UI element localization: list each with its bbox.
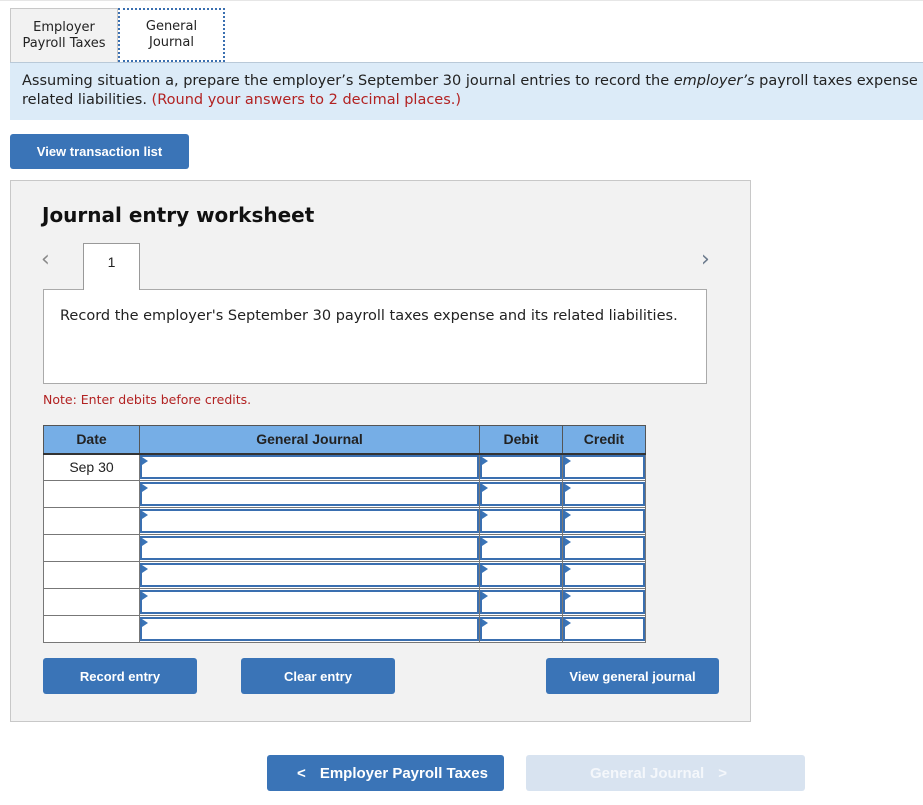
step-tab-1[interactable]: 1 — [83, 243, 140, 290]
record-entry-button[interactable]: Record entry — [43, 658, 197, 694]
account-input[interactable] — [140, 536, 479, 560]
previous-part-button[interactable]: < Employer Payroll Taxes — [267, 755, 504, 791]
view-general-journal-button[interactable]: View general journal — [546, 658, 719, 694]
instructions-box: Assuming situation a, prepare the employ… — [10, 62, 923, 120]
instructions-text: Assuming situation a, prepare the employ… — [22, 73, 674, 89]
tab-label-line1: Employer — [33, 19, 95, 35]
table-row — [43, 588, 646, 616]
account-input[interactable] — [140, 617, 479, 641]
date-cell — [43, 561, 140, 589]
tab-label-line2: Payroll Taxes — [22, 35, 106, 51]
instructions-line2: related liabilities. — [22, 92, 152, 108]
credit-cell — [562, 534, 646, 562]
debit-cell — [479, 480, 563, 508]
clear-entry-button[interactable]: Clear entry — [241, 658, 395, 694]
date-cell — [43, 480, 140, 508]
account-cell — [139, 453, 480, 481]
top-divider — [0, 0, 923, 1]
debit-cell — [479, 615, 563, 643]
credit-input[interactable] — [563, 563, 645, 587]
tab-employer-payroll-taxes[interactable]: Employer Payroll Taxes — [10, 8, 118, 62]
credit-cell — [562, 561, 646, 589]
date-cell — [43, 615, 140, 643]
table-row — [43, 534, 646, 562]
credit-input[interactable] — [563, 455, 645, 480]
tab-general-journal[interactable]: General Journal — [118, 8, 225, 62]
account-cell — [139, 507, 480, 535]
credit-input[interactable] — [563, 509, 645, 533]
debit-cell — [479, 453, 563, 481]
debit-input[interactable] — [480, 617, 562, 641]
journal-entry-worksheet-panel: Journal entry worksheet ‹ 1 › Record the… — [10, 180, 751, 722]
account-cell — [139, 615, 480, 643]
debit-cell — [479, 561, 563, 589]
header-credit: Credit — [562, 425, 646, 455]
credit-input[interactable] — [563, 482, 645, 506]
table-row — [43, 615, 646, 643]
view-transaction-list-button[interactable]: View transaction list — [10, 134, 189, 169]
table-row — [43, 561, 646, 589]
next-part-button: General Journal > — [526, 755, 805, 791]
worksheet-title: Journal entry worksheet — [42, 203, 315, 227]
account-cell — [139, 480, 480, 508]
credit-cell — [562, 507, 646, 535]
credit-input[interactable] — [563, 590, 645, 614]
chevron-right-icon: > — [718, 764, 727, 782]
previous-part-label: Employer Payroll Taxes — [319, 764, 488, 782]
debit-cell — [479, 534, 563, 562]
instructions-text-cont: payroll taxes expense and its — [759, 73, 923, 89]
account-cell — [139, 561, 480, 589]
header-debit: Debit — [479, 425, 563, 455]
account-input[interactable] — [140, 590, 479, 614]
debit-cell — [479, 507, 563, 535]
tab-label-line2: Journal — [149, 35, 194, 50]
debit-input[interactable] — [480, 536, 562, 560]
credit-cell — [562, 615, 646, 643]
credit-cell — [562, 588, 646, 616]
date-cell: Sep 30 — [43, 453, 140, 481]
account-cell — [139, 588, 480, 616]
account-input[interactable] — [140, 455, 479, 480]
chevron-right-icon[interactable]: › — [701, 247, 710, 272]
credit-input[interactable] — [563, 617, 645, 641]
account-input[interactable] — [140, 563, 479, 587]
debit-input[interactable] — [480, 509, 562, 533]
debit-input[interactable] — [480, 590, 562, 614]
chevron-left-icon: < — [297, 764, 306, 782]
journal-table: Date General Journal Debit Credit Sep 30 — [43, 425, 646, 643]
credit-cell — [562, 453, 646, 481]
table-row: Sep 30 — [43, 453, 646, 481]
table-row — [43, 507, 646, 535]
entry-description: Record the employer's September 30 payro… — [43, 289, 707, 384]
header-general-journal: General Journal — [139, 425, 480, 455]
account-cell — [139, 534, 480, 562]
debit-input[interactable] — [480, 563, 562, 587]
chevron-left-icon[interactable]: ‹ — [41, 247, 50, 272]
tab-label-line1: General — [145, 19, 198, 34]
date-cell — [43, 507, 140, 535]
date-cell — [43, 534, 140, 562]
table-header-row: Date General Journal Debit Credit — [43, 425, 646, 455]
credit-input[interactable] — [563, 536, 645, 560]
part-tabs: Employer Payroll Taxes General Journal — [10, 8, 225, 62]
header-date: Date — [43, 425, 140, 455]
credit-cell — [562, 480, 646, 508]
debit-input[interactable] — [480, 482, 562, 506]
account-input[interactable] — [140, 509, 479, 533]
round-note: (Round your answers to 2 decimal places.… — [151, 92, 462, 108]
debits-note: Note: Enter debits before credits. — [43, 392, 252, 407]
debit-cell — [479, 588, 563, 616]
date-cell — [43, 588, 140, 616]
next-part-label: General Journal — [590, 764, 705, 782]
account-input[interactable] — [140, 482, 479, 506]
debit-input[interactable] — [480, 455, 562, 480]
table-row — [43, 480, 646, 508]
instructions-emphasis: employer’s — [673, 73, 755, 89]
